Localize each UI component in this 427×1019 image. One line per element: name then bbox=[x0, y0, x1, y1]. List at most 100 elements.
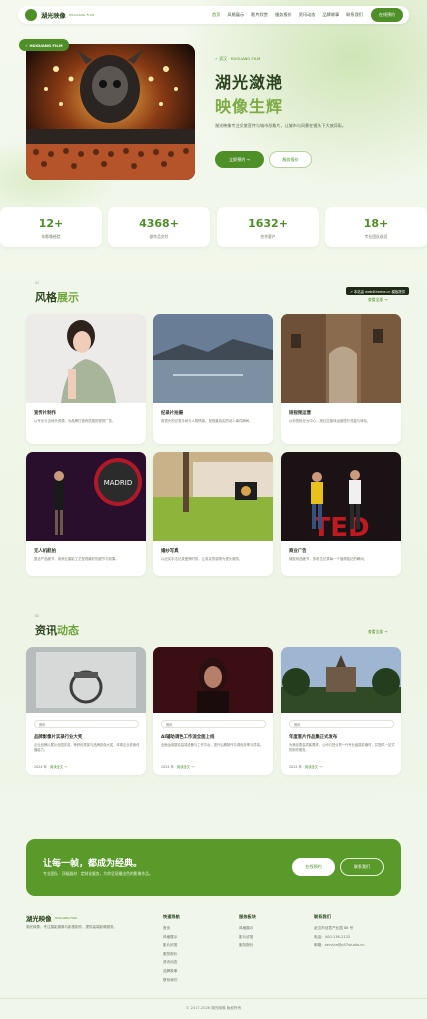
nav-item-news[interactable]: 资讯动态 bbox=[299, 12, 316, 18]
card-desc: 以专业与当地头资源，为品牌打造有质感的视觉广告。 bbox=[34, 419, 116, 423]
nav-booking-button[interactable]: 在线预约 bbox=[371, 8, 403, 22]
news-badge: 资讯 bbox=[161, 720, 266, 728]
news-title[interactable]: 品牌影像片实录行业大奖 bbox=[34, 734, 82, 740]
footer-link[interactable]: 风格展示 bbox=[239, 924, 253, 933]
news-read-more-link[interactable]: 阅读全文 → bbox=[177, 765, 194, 769]
stat-number: 1632+ bbox=[248, 217, 288, 230]
portrait-photo bbox=[26, 314, 146, 403]
card-desc: 以纪实手法记录爱情时刻，让真实的感情为镜头服务。 bbox=[161, 557, 243, 561]
card-desc: 用镜头的记录手段与人物情感，呈现最真实的动人事件瞬间。 bbox=[161, 419, 253, 423]
cta-book-button[interactable]: 在线预约 bbox=[292, 858, 335, 876]
card-desc: 以你的粉丝为中心，用社交媒体运营提升流量与转化。 bbox=[289, 419, 371, 423]
style-card[interactable]: 纪录片拍摄 用镜头的记录手段与人物情感，呈现最真实的动人事件瞬间。 bbox=[153, 314, 273, 444]
hero-title-line1: 湖光潋滟 bbox=[215, 73, 284, 92]
speaker-stage-photo: MADRID bbox=[26, 452, 146, 541]
dark-portrait-photo bbox=[153, 647, 273, 713]
cta-title: 让每一帧，都成为经典。 bbox=[43, 859, 143, 869]
footer-service-links: 风格展示 影片欣赏 服务报价 bbox=[239, 924, 253, 950]
brand-name[interactable]: 湖光映像 bbox=[41, 11, 66, 20]
footer-email[interactable]: 邮箱：service@p57studio.cn bbox=[314, 941, 364, 950]
footer-brand-name[interactable]: 湖光映像 bbox=[26, 914, 52, 923]
old-building-photo bbox=[281, 314, 401, 403]
news-photo bbox=[26, 647, 146, 713]
news-photo bbox=[281, 647, 401, 713]
news-desc: 企业品牌片展示全国评选，荣获优秀奖与品牌影像大奖，体现企业影像传播能力。 bbox=[34, 743, 140, 752]
hero-description: 湖光映像专注文旅宣传与城市形象片，让城市与风景在镜头下大放异彩。 bbox=[215, 123, 346, 128]
footer-contact-info: 武汉市创意产业园 88 号 电话：400-136-2132 邮箱：service… bbox=[314, 924, 364, 950]
footer-col-title-nav: 快速导航 bbox=[163, 914, 180, 919]
stat-label: 年影像经验 bbox=[41, 234, 61, 239]
footer-link[interactable]: 影片欣赏 bbox=[239, 933, 253, 942]
footer-nav-links: 首页 风格展示 影片欣赏 服务报价 资讯动态 品牌故事 联系我们 bbox=[163, 924, 177, 984]
card-photo bbox=[153, 452, 273, 541]
section-title-highlight: 展示 bbox=[57, 291, 79, 304]
nav-item-styles[interactable]: 风格展示 bbox=[227, 12, 244, 18]
hero-book-button[interactable]: 立即预约 → bbox=[215, 151, 264, 168]
stat-card: 1632+ 合作客户 bbox=[217, 207, 319, 247]
section-title-news: 资讯动态 bbox=[35, 622, 79, 638]
card-desc: 整合产品细节，用商业摄影工艺呈现最好的细节与效果。 bbox=[34, 557, 119, 561]
nav-item-pricing[interactable]: 服务报价 bbox=[275, 12, 292, 18]
nav-item-contact[interactable]: 联系我们 bbox=[346, 12, 363, 18]
news-view-all-link[interactable]: 查看全部 → bbox=[368, 629, 388, 635]
style-card[interactable]: MADRID 无人机航拍 整合产品细节，用商业摄影工艺呈现最好的细节与效果。 bbox=[26, 452, 146, 576]
news-title[interactable]: AI辅助调色工作流全面上线 bbox=[161, 734, 214, 740]
footer-col-title-services: 服务板块 bbox=[239, 914, 256, 919]
style-card[interactable]: 宣传片制作 以专业与当地头资源，为品牌打造有质感的视觉广告。 bbox=[26, 314, 146, 444]
section-title-styles: 风格展示 bbox=[35, 289, 79, 305]
stat-label: 部作品交付 bbox=[149, 234, 169, 239]
news-badge: 资讯 bbox=[289, 720, 394, 728]
footer-link[interactable]: 影片欣赏 bbox=[163, 941, 177, 950]
section-title-highlight: 动态 bbox=[57, 624, 79, 637]
nav-item-story[interactable]: 品牌故事 bbox=[322, 12, 339, 18]
nav-item-films[interactable]: 影片欣赏 bbox=[251, 12, 268, 18]
card-desc: 捕捉商品细节，多机位记录每一个值得铭记的瞬间。 bbox=[289, 557, 367, 561]
styles-view-all-link[interactable]: 查看全部 → bbox=[368, 297, 388, 303]
card-title: 短视频运营 bbox=[289, 411, 311, 416]
news-date: 2024 年 bbox=[34, 765, 47, 769]
section-title-part: 风格 bbox=[35, 291, 57, 304]
nav-item-home[interactable]: 首页 bbox=[212, 12, 220, 18]
stat-number: 4368+ bbox=[139, 217, 179, 230]
brand-subtitle: HUGUANG FILM bbox=[68, 13, 95, 17]
castle-photo bbox=[281, 647, 401, 713]
ted-stage-photo: TED bbox=[281, 452, 401, 541]
style-card[interactable]: 婚纱写真 以纪实手法记录爱情时刻，让真实的感情为镜头服务。 bbox=[153, 452, 273, 576]
footer-link[interactable]: 品牌故事 bbox=[163, 967, 177, 976]
news-card[interactable]: 资讯 品牌影像片实录行业大奖 企业品牌片展示全国评选，荣获优秀奖与品牌影像大奖，… bbox=[26, 647, 146, 775]
footer-link[interactable]: 资讯动态 bbox=[163, 958, 177, 967]
cta-contact-button[interactable]: 联系我们 bbox=[340, 858, 384, 876]
logo-icon[interactable] bbox=[25, 9, 37, 21]
footer-phone[interactable]: 电话：400-136-2132 bbox=[314, 933, 364, 942]
main-menu: 首页 风格展示 影片欣赏 服务报价 资讯动态 品牌故事 联系我们 bbox=[212, 12, 363, 18]
news-date: 2022 年 bbox=[289, 765, 302, 769]
footer-link[interactable]: 联系我们 bbox=[163, 976, 177, 985]
news-title[interactable]: 年度客片作品集正式发布 bbox=[289, 734, 337, 740]
stat-number: 18+ bbox=[363, 217, 389, 230]
section-title-part: 资讯 bbox=[35, 624, 57, 637]
template-watermark[interactable]: ↗ 本站由 web4theme.cn 模板提供 bbox=[346, 287, 410, 295]
park-photo bbox=[153, 452, 273, 541]
footer-link[interactable]: 服务报价 bbox=[239, 941, 253, 950]
news-date: 2024 年 bbox=[161, 765, 174, 769]
news-read-more-link[interactable]: 阅读全文 → bbox=[50, 765, 67, 769]
footer-link[interactable]: 服务报价 bbox=[163, 950, 177, 959]
card-photo bbox=[153, 314, 273, 403]
style-card[interactable]: 短视频运营 以你的粉丝为中心，用社交媒体运营提升流量与转化。 bbox=[281, 314, 401, 444]
news-card[interactable]: 资讯 AI辅助调色工作流全面上线 全面运用摄影高端设备与工作平台，提升后期制作与… bbox=[153, 647, 273, 775]
stat-label: 专业团队成员 bbox=[364, 234, 388, 239]
section-number: 01 bbox=[35, 281, 40, 285]
footer-link[interactable]: 风格展示 bbox=[163, 933, 177, 942]
stat-number: 12+ bbox=[38, 217, 64, 230]
lake-photo bbox=[153, 314, 273, 403]
hero-image bbox=[26, 44, 195, 180]
hero-pricing-button[interactable]: 服务报价 bbox=[269, 151, 312, 168]
news-card[interactable]: 资讯 年度客片作品集正式发布 为满足更高质客需求，公司引进业界一代专业级摄影器材… bbox=[281, 647, 401, 775]
news-photo bbox=[153, 647, 273, 713]
product-photo bbox=[26, 647, 146, 713]
news-desc: 为满足更高质客需求，公司引进业界一代专业级摄影器材，并提供一站式的制作服务。 bbox=[289, 743, 395, 752]
card-title: 无人机航拍 bbox=[34, 549, 56, 554]
news-read-more-link[interactable]: 阅读全文 → bbox=[305, 765, 322, 769]
footer-link[interactable]: 首页 bbox=[163, 924, 177, 933]
style-card[interactable]: TED 商业广告 捕捉商品细节，多机位记录每一个值得铭记的瞬间。 bbox=[281, 452, 401, 576]
